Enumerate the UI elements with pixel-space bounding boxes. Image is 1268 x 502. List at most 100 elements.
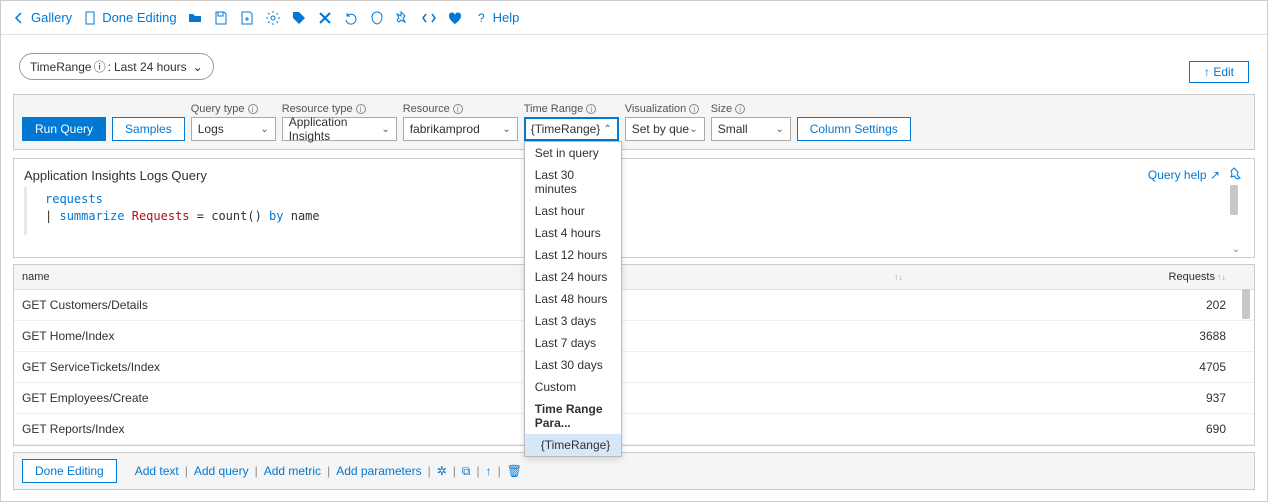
table-row[interactable]: GET ServiceTickets/Index4705 (14, 352, 1254, 383)
dropdown-option-selected[interactable]: {TimeRange} (525, 434, 621, 456)
results-table: name ↑↓ Requests↑↓ GET Customers/Details… (13, 264, 1255, 446)
help-icon: ? (473, 10, 489, 26)
resource-type-label: Resource type (282, 103, 353, 115)
sort-icon: ↑↓ (1217, 272, 1226, 282)
cell-requests: 4705 (1134, 352, 1234, 383)
close-x-icon[interactable] (317, 10, 333, 26)
column-header-requests[interactable]: Requests↑↓ (1134, 265, 1234, 290)
chevron-up-icon: ⌃ (603, 124, 611, 135)
dropdown-option[interactable]: Set in query (525, 142, 621, 164)
resource-label: Resource (403, 103, 450, 115)
scrollbar-thumb[interactable] (1230, 185, 1238, 215)
chevron-down-icon[interactable]: ⌄ (1232, 244, 1240, 255)
chevron-down-icon: ⌄ (260, 124, 268, 135)
time-range-dropdown: Set in queryLast 30 minutesLast hourLast… (524, 141, 622, 457)
query-help-link[interactable]: Query help ↗ (1148, 168, 1220, 182)
samples-button[interactable]: Samples (112, 117, 185, 141)
query-controls-panel: Run Query Samples Query typei Logs⌄ Reso… (13, 94, 1255, 150)
pill-info-icon: ⓘ (94, 58, 106, 75)
info-icon: i (689, 104, 699, 114)
info-icon: i (356, 104, 366, 114)
table-row[interactable]: GET Employees/Create937 (14, 383, 1254, 414)
footer-done-editing-button[interactable]: Done Editing (22, 459, 117, 483)
dropdown-option[interactable]: Last 12 hours (525, 244, 621, 266)
save-icon[interactable] (213, 10, 229, 26)
footer-bar: Done Editing Add text | Add query | Add … (13, 452, 1255, 490)
info-icon: i (248, 104, 258, 114)
chevron-down-icon: ⌄ (381, 124, 389, 135)
top-toolbar: Gallery Done Editing ? Help (1, 1, 1267, 35)
move-up-icon[interactable]: ↑ (486, 464, 492, 478)
back-arrow-icon (11, 10, 27, 26)
info-icon: i (453, 104, 463, 114)
dropdown-option[interactable]: Last 7 days (525, 332, 621, 354)
dropdown-option[interactable]: Last hour (525, 200, 621, 222)
cell-requests: 690 (1134, 414, 1234, 445)
dropdown-option[interactable]: Last 4 hours (525, 222, 621, 244)
chevron-down-icon: ⌄ (775, 124, 783, 135)
query-code[interactable]: requests | summarize Requests = count() … (24, 187, 1254, 235)
dropdown-section-header: Time Range Para... (525, 398, 621, 434)
pill-name: TimeRange (30, 60, 92, 74)
dropdown-option[interactable]: Last 48 hours (525, 288, 621, 310)
time-range-parameter-pill[interactable]: TimeRange ⓘ : Last 24 hours ⌄ (19, 53, 214, 80)
chevron-down-icon: ⌄ (193, 60, 203, 74)
document-icon (82, 10, 98, 26)
query-type-label: Query type (191, 103, 245, 115)
info-icon: i (586, 104, 596, 114)
run-query-button[interactable]: Run Query (22, 117, 106, 141)
table-row[interactable]: GET Customers/Details202 (14, 290, 1254, 321)
table-row[interactable]: GET Home/Index3688 (14, 321, 1254, 352)
add-query-link[interactable]: Add query (194, 464, 249, 478)
visualization-select[interactable]: Set by query⌄ (625, 117, 705, 141)
pin-icon[interactable] (395, 10, 411, 26)
gallery-label: Gallery (31, 10, 72, 25)
save-as-icon[interactable] (239, 10, 255, 26)
settings-icon[interactable]: ✲ (437, 464, 447, 478)
add-metric-link[interactable]: Add metric (264, 464, 321, 478)
dropdown-option[interactable]: Custom (525, 376, 621, 398)
query-title: Application Insights Logs Query (24, 168, 207, 183)
folder-icon[interactable] (187, 10, 203, 26)
done-editing-link[interactable]: Done Editing (82, 10, 176, 26)
cell-requests: 3688 (1134, 321, 1234, 352)
size-label: Size (711, 103, 732, 115)
help-link[interactable]: ? Help (473, 10, 520, 26)
code-icon[interactable] (421, 10, 437, 26)
dropdown-option[interactable]: Last 24 hours (525, 266, 621, 288)
gallery-link[interactable]: Gallery (11, 10, 72, 26)
table-row[interactable]: GET Reports/Index690 (14, 414, 1254, 445)
column-header-name[interactable]: name (14, 265, 884, 290)
cell-requests: 937 (1134, 383, 1234, 414)
info-icon: i (735, 104, 745, 114)
scrollbar-thumb[interactable] (1242, 289, 1250, 319)
edit-button[interactable]: ↑ Edit (1189, 61, 1249, 83)
dropdown-option[interactable]: Last 3 days (525, 310, 621, 332)
dropdown-option[interactable]: Last 30 minutes (525, 164, 621, 200)
resource-select[interactable]: fabrikamprod⌄ (403, 117, 518, 141)
svg-text:?: ? (478, 11, 485, 25)
time-range-select[interactable]: {TimeRange}⌃ (524, 117, 619, 141)
settings-gear-icon[interactable] (265, 10, 281, 26)
heart-icon[interactable] (447, 10, 463, 26)
done-editing-label: Done Editing (102, 10, 176, 25)
undo-icon[interactable] (343, 10, 359, 26)
add-parameters-link[interactable]: Add parameters (336, 464, 421, 478)
resource-type-select[interactable]: Application Insights⌄ (282, 117, 397, 141)
chevron-down-icon: ⌄ (502, 124, 510, 135)
query-editor: Application Insights Logs Query Query he… (13, 158, 1255, 258)
sort-icon[interactable]: ↑↓ (894, 272, 903, 282)
cell-requests: 202 (1134, 290, 1234, 321)
size-select[interactable]: Small⌄ (711, 117, 791, 141)
copy-icon[interactable]: ⧉ (462, 464, 471, 479)
query-type-select[interactable]: Logs⌄ (191, 117, 276, 141)
time-range-label: Time Range (524, 103, 584, 115)
column-settings-button[interactable]: Column Settings (797, 117, 911, 141)
style-icon[interactable] (369, 10, 385, 26)
pill-value: Last 24 hours (114, 60, 187, 74)
dropdown-option[interactable]: Last 30 days (525, 354, 621, 376)
delete-icon[interactable]: 🗑 (507, 464, 522, 478)
help-label: Help (493, 10, 520, 25)
tag-icon[interactable] (291, 10, 307, 26)
add-text-link[interactable]: Add text (135, 464, 179, 478)
